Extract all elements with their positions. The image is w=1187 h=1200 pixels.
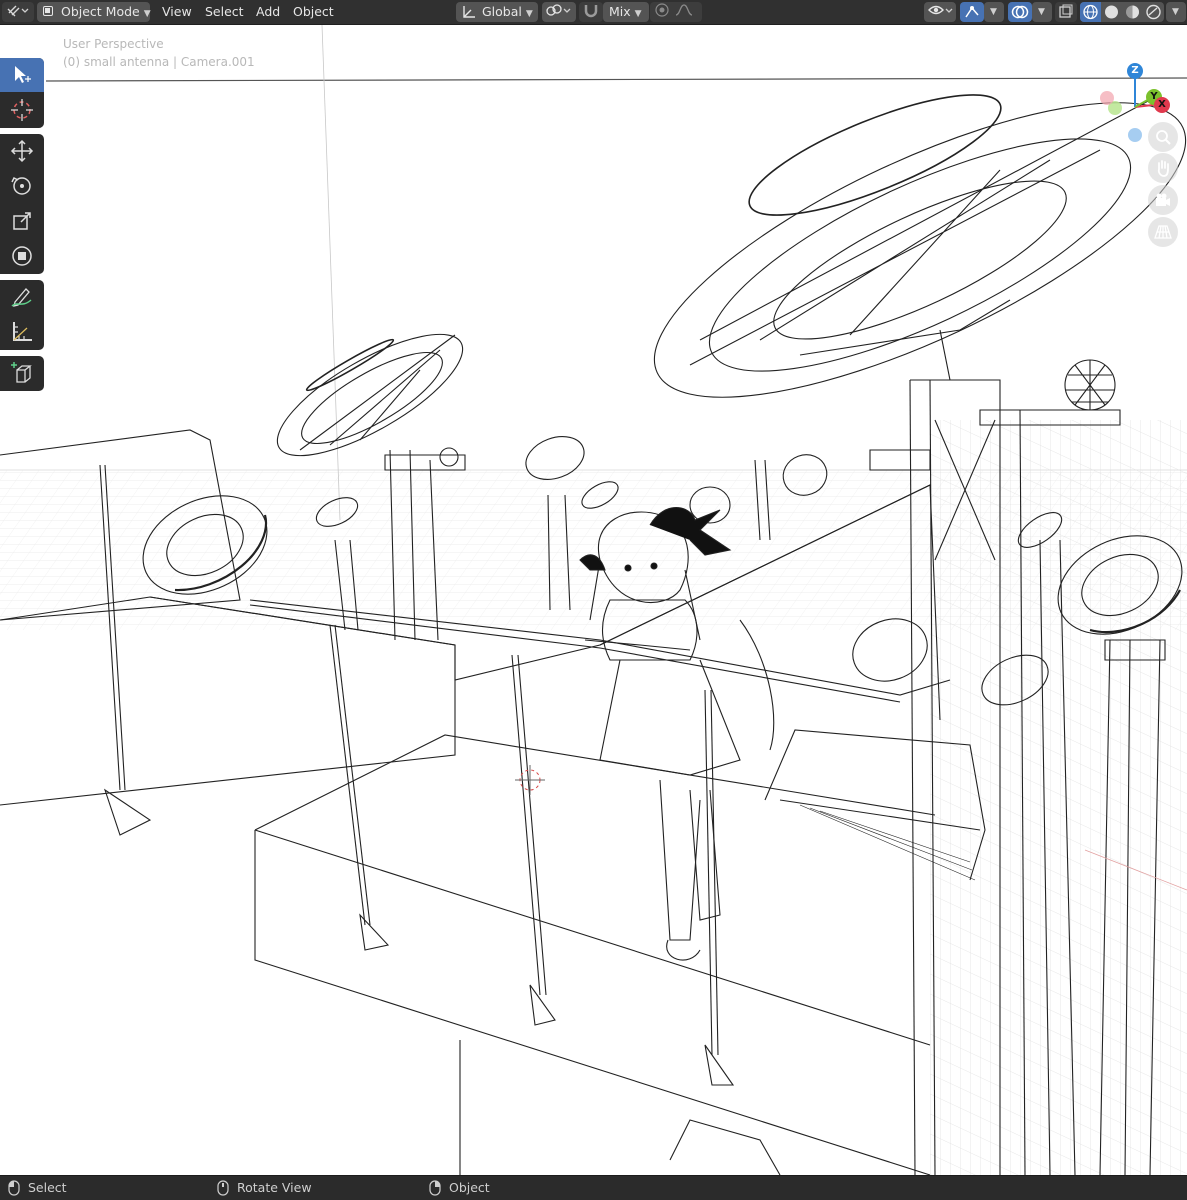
snap-toggle[interactable] xyxy=(579,2,603,22)
camera-view-button[interactable] xyxy=(1148,185,1178,215)
status-left-click: Select xyxy=(8,1176,67,1200)
ruler-icon xyxy=(13,322,32,341)
magnet-icon xyxy=(584,5,598,18)
menu-view[interactable]: View xyxy=(156,2,198,22)
pan-button[interactable] xyxy=(1148,153,1178,183)
overlays-options-dropdown[interactable]: ▼ xyxy=(1032,2,1052,22)
xray-toggle[interactable] xyxy=(1055,2,1077,22)
crosshair-cursor-icon xyxy=(11,99,33,121)
tool-group-annotate xyxy=(0,280,44,350)
editor-type-button[interactable] xyxy=(2,2,34,22)
eye-icon xyxy=(928,5,953,15)
move-tool[interactable] xyxy=(0,134,44,168)
move-arrows-icon xyxy=(10,139,34,163)
cursor-tool[interactable] xyxy=(0,93,44,127)
chevron-down-icon: ▼ xyxy=(525,9,533,19)
rotate-tool[interactable] xyxy=(0,169,44,203)
visibility-selector[interactable] xyxy=(924,2,956,22)
editor-type-icon xyxy=(7,5,29,17)
status-select-label: Select xyxy=(28,1180,67,1195)
left-satellite-dish xyxy=(276,333,464,457)
proportional-editing-icon xyxy=(655,3,693,17)
camera-icon xyxy=(1156,193,1170,206)
chevron-down-icon: ▼ xyxy=(1172,7,1179,17)
add-cube-tool[interactable] xyxy=(0,356,44,390)
menu-add[interactable]: Add xyxy=(250,2,286,22)
mouse-middle-icon xyxy=(217,1180,229,1196)
pencil-icon xyxy=(11,288,32,307)
right-grid xyxy=(930,420,1187,1175)
select-cursor-icon xyxy=(15,66,31,83)
mouse-right-icon xyxy=(429,1180,441,1196)
shading-rendered-button[interactable] xyxy=(1143,2,1164,22)
chevron-down-icon: ▼ xyxy=(990,7,997,17)
menu-select[interactable]: Select xyxy=(199,2,250,22)
object-info-label: (0) small antenna | Camera.001 xyxy=(63,55,255,69)
mode-label: Object Mode xyxy=(61,4,140,19)
pivot-icon xyxy=(546,4,571,16)
status-middle-click: Rotate View xyxy=(217,1176,312,1200)
gizmo-toggle-icon xyxy=(965,6,979,18)
shading-mode-group xyxy=(1080,2,1164,22)
pivot-point-selector[interactable] xyxy=(542,2,576,22)
shading-wireframe-button[interactable] xyxy=(1080,2,1101,22)
viewport-overlay-text: User Perspective (0) small antenna | Cam… xyxy=(63,35,255,71)
show-gizmo-toggle[interactable] xyxy=(960,2,984,22)
tool-group-select xyxy=(0,58,44,128)
proportional-editing-group[interactable] xyxy=(650,2,702,22)
perspective-toggle-button[interactable] xyxy=(1148,217,1178,247)
chevron-down-icon: ▼ xyxy=(1038,7,1045,17)
orientation-label: Global xyxy=(482,4,522,19)
transform-icon xyxy=(12,246,32,266)
status-rotate-label: Rotate View xyxy=(237,1180,312,1195)
measure-tool[interactable] xyxy=(0,315,44,349)
rotate-icon xyxy=(11,176,31,195)
shading-options-dropdown[interactable]: ▼ xyxy=(1166,2,1186,22)
status-object-label: Object xyxy=(449,1180,490,1195)
add-cube-icon xyxy=(11,362,32,383)
orientation-icon xyxy=(463,6,475,18)
perspective-label: User Perspective xyxy=(63,37,164,51)
hand-icon xyxy=(1157,160,1169,177)
transform-tool[interactable] xyxy=(0,239,44,273)
gizmo-options-dropdown[interactable]: ▼ xyxy=(984,2,1004,22)
wireframe-sphere-icon xyxy=(1083,4,1098,20)
transform-orientation-selector[interactable]: Global ▼ xyxy=(456,2,538,22)
tool-group-add xyxy=(0,356,44,391)
scene-wireframe xyxy=(0,25,1187,1175)
shading-material-button[interactable] xyxy=(1122,2,1143,22)
object-mode-icon xyxy=(43,6,53,16)
gizmo-x-axis[interactable]: X xyxy=(1154,97,1170,113)
shading-solid-button[interactable] xyxy=(1101,2,1122,22)
floor-object xyxy=(669,1119,781,1175)
xray-icon xyxy=(1059,4,1073,18)
annotate-tool[interactable] xyxy=(0,280,44,314)
snap-target-selector[interactable]: Mix ▼ xyxy=(603,2,649,22)
3d-cursor xyxy=(515,765,545,795)
mode-selector[interactable]: Object Mode ▼ xyxy=(37,2,151,22)
camera-frame-line xyxy=(45,77,1187,82)
gizmo-z-axis[interactable]: Z xyxy=(1127,63,1143,79)
rendered-sphere-icon xyxy=(1146,4,1161,20)
menu-object[interactable]: Object xyxy=(287,2,340,22)
chevron-down-icon: ▼ xyxy=(634,9,642,19)
scale-icon xyxy=(13,212,31,230)
solid-sphere-icon xyxy=(1105,5,1118,19)
overlays-icon xyxy=(1011,5,1029,19)
status-bar: Select Rotate View Object xyxy=(0,1175,1187,1200)
3d-viewport[interactable]: User Perspective (0) small antenna | Cam… xyxy=(0,25,1187,1175)
tool-group-transform xyxy=(0,134,44,274)
snap-mode-label: Mix xyxy=(609,4,631,19)
show-overlays-toggle[interactable] xyxy=(1008,2,1032,22)
material-sphere-icon xyxy=(1126,5,1139,19)
status-right-click: Object xyxy=(429,1176,490,1200)
select-box-tool[interactable] xyxy=(0,58,44,92)
zoom-icon xyxy=(1156,130,1171,145)
chevron-down-icon: ▼ xyxy=(143,9,151,19)
scale-tool[interactable] xyxy=(0,204,44,238)
grid-perspective-icon xyxy=(1154,225,1172,239)
mouse-left-icon xyxy=(8,1180,20,1196)
viewport-header: Object Mode ▼ View Select Add Object Glob… xyxy=(0,0,1187,25)
zoom-button[interactable] xyxy=(1148,122,1178,152)
